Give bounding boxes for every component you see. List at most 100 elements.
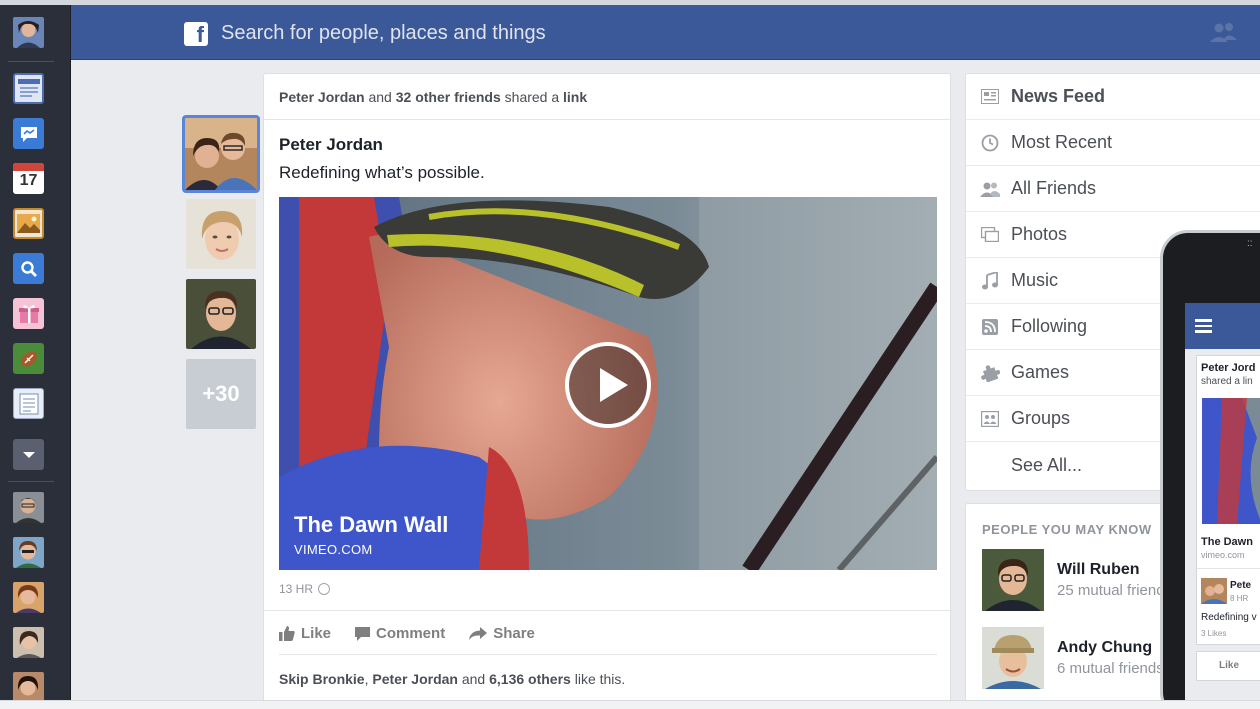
phone-post-card: Peter Jord shared a lin The Dawn vimeo.c… bbox=[1196, 355, 1260, 645]
share-and-text: and bbox=[368, 89, 392, 105]
chat-friend-avatar[interactable] bbox=[13, 672, 44, 703]
card-divider bbox=[279, 654, 937, 655]
phone-second-author: Pete bbox=[1230, 580, 1252, 591]
post-card: Peter Jordan and 32 other friends shared… bbox=[263, 73, 951, 709]
likes-count-link[interactable]: 6,136 others bbox=[489, 671, 571, 687]
post-author-name[interactable]: Peter Jordan bbox=[279, 135, 383, 155]
top-bar: f bbox=[71, 5, 1260, 60]
music-note-icon bbox=[980, 271, 1000, 291]
friend-thumbnail[interactable] bbox=[186, 279, 256, 349]
like-button[interactable]: Like bbox=[279, 625, 331, 642]
chat-friend-avatar[interactable] bbox=[13, 492, 44, 523]
nav-item-all-friends[interactable]: All Friends bbox=[966, 166, 1260, 212]
suggested-person-name[interactable]: Will Ruben bbox=[1057, 561, 1140, 579]
notes-icon[interactable] bbox=[13, 388, 44, 419]
suggested-person-photo[interactable] bbox=[982, 549, 1044, 611]
photos-icon[interactable] bbox=[13, 208, 44, 239]
facebook-logo-icon[interactable]: f bbox=[184, 22, 208, 47]
phone-screen: Peter Jord shared a lin The Dawn vimeo.c… bbox=[1185, 303, 1260, 709]
comment-label: Comment bbox=[376, 625, 446, 642]
phone-post-author: Peter Jord bbox=[1201, 362, 1256, 374]
likes-summary: Skip Bronkie, Peter Jordan and 6,136 oth… bbox=[279, 671, 625, 687]
nav-item-news-feed[interactable]: News Feed bbox=[966, 74, 1260, 120]
likes-separator: , bbox=[364, 671, 369, 687]
phone-speaker: :: bbox=[1247, 238, 1253, 249]
phone-video-source: vimeo.com bbox=[1201, 550, 1245, 560]
share-object-link[interactable]: link bbox=[563, 89, 587, 105]
suggested-person-name[interactable]: Andy Chung bbox=[1057, 639, 1152, 657]
post-actions: Like Comment Share bbox=[279, 625, 535, 642]
phone-divider bbox=[1197, 568, 1260, 569]
friend-requests-icon[interactable] bbox=[1209, 20, 1239, 44]
nav-label: See All... bbox=[1011, 454, 1083, 475]
share-actor-link[interactable]: Peter Jordan bbox=[279, 89, 365, 105]
calendar-header bbox=[13, 163, 44, 171]
more-friends-button[interactable]: +30 bbox=[186, 359, 256, 429]
nav-label: Music bbox=[1011, 270, 1059, 290]
phone-action-bar: Like bbox=[1196, 651, 1260, 681]
search-input[interactable] bbox=[221, 18, 721, 48]
clock-icon bbox=[980, 133, 1000, 153]
video-thumbnail[interactable]: The Dawn Wall VIMEO.COM bbox=[279, 197, 937, 570]
share-button[interactable]: Share bbox=[469, 625, 535, 642]
nav-label: Photos bbox=[1011, 224, 1068, 244]
search-icon[interactable] bbox=[13, 253, 44, 284]
timestamp-text: 13 HR bbox=[279, 582, 314, 596]
play-button[interactable] bbox=[565, 342, 651, 428]
comment-button[interactable]: Comment bbox=[355, 625, 445, 642]
news-feed-icon bbox=[980, 87, 1000, 107]
phone-like-button[interactable]: Like bbox=[1219, 660, 1239, 671]
calendar-date: 17 bbox=[19, 172, 38, 189]
dock-divider bbox=[8, 61, 54, 62]
chat-friend-avatar[interactable] bbox=[13, 627, 44, 658]
phone-caption: Redefining v bbox=[1201, 612, 1257, 623]
phone-post-subline: shared a lin bbox=[1201, 376, 1253, 387]
mutual-friends-count[interactable]: 6 mutual friends bbox=[1057, 660, 1164, 677]
pymk-title: PEOPLE YOU MAY KNOW bbox=[982, 522, 1152, 537]
games-icon[interactable] bbox=[13, 343, 44, 374]
news-feed-icon[interactable] bbox=[13, 73, 44, 104]
likes-suffix: like this. bbox=[574, 671, 626, 687]
video-title: The Dawn Wall bbox=[294, 512, 449, 537]
mutual-friends-count[interactable]: 25 mutual friends bbox=[1057, 582, 1172, 599]
user-avatar[interactable] bbox=[13, 17, 44, 48]
dock-divider bbox=[8, 481, 54, 482]
groups-icon bbox=[980, 409, 1000, 429]
phone-top-bar bbox=[1185, 303, 1260, 349]
friend-thumbnail[interactable] bbox=[186, 199, 256, 269]
card-divider bbox=[264, 610, 950, 611]
nav-item-most-recent[interactable]: Most Recent bbox=[966, 120, 1260, 166]
gift-icon[interactable] bbox=[13, 298, 44, 329]
nav-label: Most Recent bbox=[1011, 132, 1113, 152]
phone-mockup: :: Peter Jord shared a lin The Dawn vime… bbox=[1160, 230, 1260, 709]
phone-second-time: 8 HR bbox=[1230, 594, 1249, 603]
likes-and-text: and bbox=[461, 671, 486, 687]
post-timestamp[interactable]: 13 HR bbox=[279, 582, 331, 596]
nav-label: News Feed bbox=[1011, 86, 1106, 106]
share-arrow-icon bbox=[469, 627, 488, 640]
like-label: Like bbox=[301, 625, 332, 642]
rss-icon bbox=[980, 317, 1000, 337]
liker-link[interactable]: Peter Jordan bbox=[372, 671, 458, 687]
messages-icon[interactable] bbox=[13, 118, 44, 149]
puzzle-icon bbox=[980, 363, 1000, 383]
app-dock: 17 bbox=[0, 5, 71, 703]
share-verb-text: shared a bbox=[504, 89, 560, 105]
chat-friend-avatar[interactable] bbox=[13, 537, 44, 568]
share-others-link[interactable]: 32 other friends bbox=[396, 89, 501, 105]
friend-thumbnail-selected[interactable] bbox=[182, 115, 260, 193]
hamburger-menu-icon[interactable] bbox=[1195, 319, 1212, 333]
calendar-icon[interactable]: 17 bbox=[13, 163, 44, 194]
thumbs-up-icon bbox=[279, 626, 295, 641]
nav-label: Games bbox=[1011, 362, 1070, 382]
share-label: Share bbox=[493, 625, 535, 642]
phone-video-thumbnail bbox=[1202, 398, 1260, 524]
chat-friend-avatar[interactable] bbox=[13, 582, 44, 613]
liker-link[interactable]: Skip Bronkie bbox=[279, 671, 365, 687]
suggested-person-photo[interactable] bbox=[982, 627, 1044, 689]
video-source: VIMEO.COM bbox=[294, 542, 373, 557]
window-bottom-strip bbox=[0, 700, 1260, 709]
more-apps-chevron-icon[interactable] bbox=[13, 439, 44, 470]
nav-label: All Friends bbox=[1011, 178, 1097, 198]
phone-avatar bbox=[1201, 578, 1227, 604]
